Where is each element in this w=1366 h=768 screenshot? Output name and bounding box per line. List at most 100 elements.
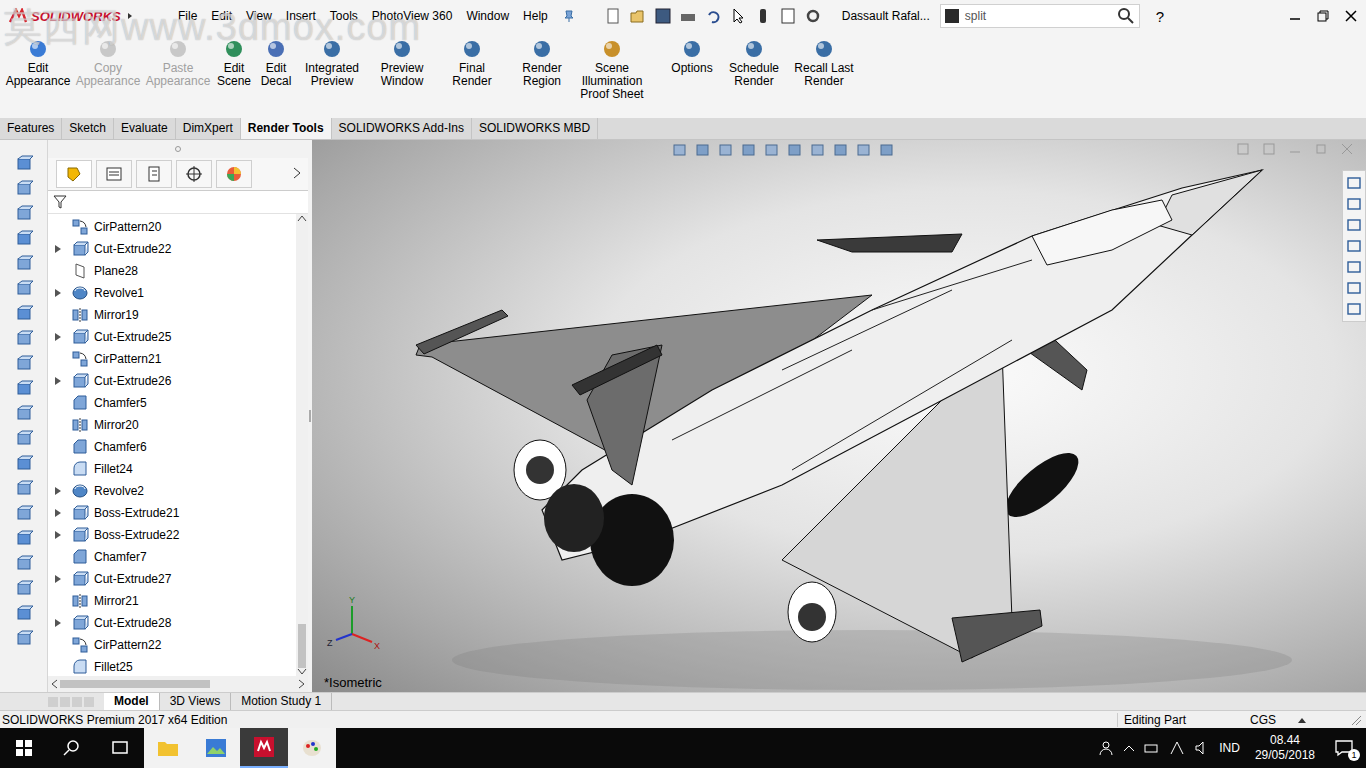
more-tabs-icon[interactable] bbox=[292, 167, 302, 182]
tile-icon[interactable] bbox=[1262, 142, 1276, 156]
command-button[interactable] bbox=[15, 579, 33, 597]
ribbon-button[interactable]: Copy Appearance bbox=[74, 38, 142, 88]
filter-icon[interactable] bbox=[52, 194, 68, 210]
command-tab[interactable]: Render Tools bbox=[241, 118, 332, 139]
task-pane-button[interactable] bbox=[1346, 259, 1362, 275]
command-button[interactable] bbox=[15, 529, 33, 547]
model-tab[interactable]: 3D Views bbox=[160, 693, 231, 710]
restore-icon[interactable] bbox=[1316, 9, 1330, 23]
ribbon-button[interactable]: Edit Decal bbox=[256, 38, 296, 88]
toolbar-button[interactable] bbox=[629, 7, 647, 25]
ribbon-button[interactable]: Render Region bbox=[508, 38, 576, 88]
command-button[interactable] bbox=[15, 329, 33, 347]
command-button[interactable] bbox=[15, 504, 33, 522]
show-hidden-icon[interactable] bbox=[1123, 742, 1135, 754]
menu-item[interactable]: Help bbox=[523, 9, 548, 23]
taskbar-app[interactable] bbox=[240, 728, 288, 768]
task-view-button[interactable] bbox=[96, 728, 144, 768]
resize-grip-icon[interactable] bbox=[1350, 714, 1362, 726]
tile-icon[interactable] bbox=[1236, 142, 1250, 156]
tree-item[interactable]: CirPattern22 bbox=[48, 634, 296, 656]
task-pane-button[interactable] bbox=[1346, 175, 1362, 191]
jet-model[interactable] bbox=[312, 140, 1366, 692]
people-icon[interactable] bbox=[1098, 740, 1114, 756]
command-button[interactable] bbox=[15, 204, 33, 222]
ribbon-button[interactable]: Recall Last Render bbox=[790, 38, 858, 88]
close-icon[interactable] bbox=[1340, 142, 1354, 156]
task-pane-button[interactable] bbox=[1346, 238, 1362, 254]
command-button[interactable] bbox=[15, 154, 33, 172]
expand-arrow-icon[interactable] bbox=[54, 244, 62, 254]
expand-arrow-icon[interactable] bbox=[54, 486, 62, 496]
command-tab[interactable]: Features bbox=[0, 118, 62, 139]
model-tab[interactable]: Motion Study 1 bbox=[231, 693, 332, 710]
toolbar-button[interactable] bbox=[804, 7, 822, 25]
language-indicator[interactable]: IND bbox=[1219, 741, 1240, 755]
tree-item[interactable]: Cut-Extrude26 bbox=[48, 370, 296, 392]
task-pane-button[interactable] bbox=[1346, 217, 1362, 233]
menu-item[interactable]: PhotoView 360 bbox=[372, 9, 453, 23]
toolbar-button[interactable] bbox=[604, 7, 622, 25]
volume-icon[interactable] bbox=[1194, 740, 1210, 756]
manager-tab[interactable] bbox=[136, 160, 172, 188]
manager-tab[interactable] bbox=[96, 160, 132, 188]
command-button[interactable] bbox=[15, 179, 33, 197]
tree-item[interactable]: Chamfer5 bbox=[48, 392, 296, 414]
tree-item[interactable]: Fillet25 bbox=[48, 656, 296, 676]
tree-item[interactable]: Mirror20 bbox=[48, 414, 296, 436]
toolbar-button[interactable] bbox=[654, 7, 672, 25]
menu-item[interactable]: File bbox=[178, 9, 197, 23]
tree-item[interactable]: Mirror21 bbox=[48, 590, 296, 612]
vertical-scrollbar[interactable] bbox=[296, 214, 308, 676]
ribbon-button[interactable]: Edit Appearance bbox=[4, 38, 72, 88]
ribbon-button[interactable]: Options bbox=[666, 38, 718, 75]
taskbar-app[interactable] bbox=[144, 728, 192, 768]
command-button[interactable] bbox=[15, 404, 33, 422]
graphics-area[interactable]: YZX*Isometric bbox=[312, 140, 1366, 692]
search-box[interactable]: split bbox=[940, 4, 1140, 28]
tree-item[interactable]: Plane28 bbox=[48, 260, 296, 282]
view-tool-button[interactable] bbox=[718, 142, 734, 158]
view-tool-button[interactable] bbox=[833, 142, 849, 158]
command-tab[interactable]: Evaluate bbox=[114, 118, 176, 139]
search-icon[interactable] bbox=[1117, 7, 1135, 25]
tab-scroll-button[interactable] bbox=[48, 697, 58, 707]
view-tool-button[interactable] bbox=[764, 142, 780, 158]
close-icon[interactable] bbox=[1344, 9, 1358, 23]
toolbar-button[interactable] bbox=[679, 7, 697, 25]
solidworks-logo[interactable]: SOLIDWORKS bbox=[8, 8, 168, 24]
tree-item[interactable]: Mirror19 bbox=[48, 304, 296, 326]
tree-item[interactable]: Fillet24 bbox=[48, 458, 296, 480]
command-button[interactable] bbox=[15, 429, 33, 447]
command-button[interactable] bbox=[15, 479, 33, 497]
command-button[interactable] bbox=[15, 229, 33, 247]
clock[interactable]: 08.4429/05/2018 bbox=[1249, 733, 1321, 763]
tree-item[interactable]: Cut-Extrude22 bbox=[48, 238, 296, 260]
command-button[interactable] bbox=[15, 354, 33, 372]
tab-scroll-button[interactable] bbox=[84, 697, 94, 707]
toolbar-button[interactable] bbox=[779, 7, 797, 25]
ribbon-button[interactable]: Scene Illumination Proof Sheet bbox=[578, 38, 646, 101]
tree-item[interactable]: Cut-Extrude27 bbox=[48, 568, 296, 590]
expand-arrow-icon[interactable] bbox=[54, 618, 62, 628]
manager-tab[interactable] bbox=[216, 160, 252, 188]
tab-scroll-button[interactable] bbox=[72, 697, 82, 707]
expand-arrow-icon[interactable] bbox=[54, 376, 62, 386]
model-tab[interactable]: Model bbox=[104, 693, 160, 710]
ribbon-button[interactable]: Paste Appearance bbox=[144, 38, 212, 88]
horizontal-scrollbar[interactable] bbox=[48, 676, 308, 692]
ribbon-button[interactable]: Schedule Render bbox=[720, 38, 788, 88]
menu-item[interactable]: Window bbox=[466, 9, 509, 23]
taskbar-app[interactable] bbox=[288, 728, 336, 768]
help-button[interactable]: ? bbox=[1150, 8, 1170, 25]
expand-arrow-icon[interactable] bbox=[54, 288, 62, 298]
command-button[interactable] bbox=[15, 279, 33, 297]
menu-item[interactable]: View bbox=[246, 9, 272, 23]
manager-tab[interactable] bbox=[176, 160, 212, 188]
command-button[interactable] bbox=[15, 454, 33, 472]
toolbar-button[interactable] bbox=[729, 7, 747, 25]
ribbon-button[interactable]: Preview Window bbox=[368, 38, 436, 88]
menu-item[interactable]: Edit bbox=[211, 9, 232, 23]
expand-arrow-icon[interactable] bbox=[54, 332, 62, 342]
expand-arrow-icon[interactable] bbox=[54, 574, 62, 584]
